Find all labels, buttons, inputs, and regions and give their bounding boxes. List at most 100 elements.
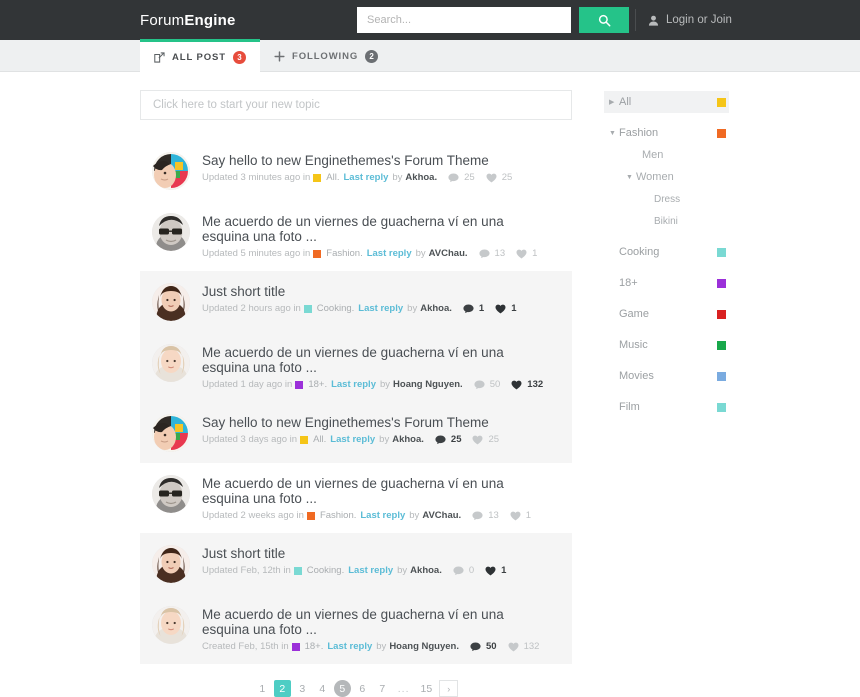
sidebar-spacer bbox=[604, 294, 729, 303]
post-category[interactable]: Cooking. bbox=[307, 565, 345, 577]
post-category[interactable]: 18+. bbox=[308, 379, 327, 391]
sidebar-category-label: 18+ bbox=[619, 277, 717, 289]
sidebar-category-cooking[interactable]: Cooking bbox=[604, 241, 729, 263]
post-title[interactable]: Me acuerdo de un viernes de guacherna ví… bbox=[202, 476, 512, 506]
by-label: by bbox=[416, 248, 426, 260]
post-author[interactable]: Hoang Nguyen. bbox=[389, 641, 459, 653]
sidebar-category-label: Fashion bbox=[619, 127, 717, 139]
post-category[interactable]: All. bbox=[313, 434, 326, 446]
category-color-chip bbox=[294, 567, 302, 575]
forum-tabs: All Post 3 Following 2 bbox=[0, 40, 860, 72]
post-item[interactable]: Me acuerdo de un viernes de guacherna ví… bbox=[140, 201, 572, 271]
pagination-page[interactable]: 15 bbox=[417, 680, 437, 697]
sidebar-category-movies[interactable]: Movies bbox=[604, 365, 729, 387]
like-count-value: 25 bbox=[502, 172, 513, 184]
last-reply-link[interactable]: Last reply bbox=[358, 303, 403, 315]
post-category[interactable]: Fashion. bbox=[320, 510, 356, 522]
last-reply-link[interactable]: Last reply bbox=[348, 565, 393, 577]
logo-text-bold: Engine bbox=[184, 12, 235, 29]
comment-icon bbox=[463, 304, 474, 314]
post-title[interactable]: Me acuerdo de un viernes de guacherna ví… bbox=[202, 607, 512, 637]
category-color-chip bbox=[313, 250, 321, 258]
post-title[interactable]: Just short title bbox=[202, 284, 512, 299]
tab-all-post[interactable]: All Post 3 bbox=[140, 39, 260, 72]
chevron-down-icon[interactable]: ▼ bbox=[609, 130, 619, 137]
last-reply-link[interactable]: Last reply bbox=[343, 172, 388, 184]
new-topic-input[interactable]: Click here to start your new topic bbox=[140, 90, 572, 120]
category-color-chip bbox=[304, 305, 312, 313]
sidebar-category-all[interactable]: ▶All bbox=[604, 91, 729, 113]
post-title[interactable]: Say hello to new Enginethemes's Forum Th… bbox=[202, 415, 499, 430]
post-author[interactable]: Akhoa. bbox=[410, 565, 442, 577]
post-item[interactable]: Me acuerdo de un viernes de guacherna ví… bbox=[140, 332, 572, 402]
sidebar-category-music[interactable]: Music bbox=[604, 334, 729, 356]
search-button[interactable] bbox=[579, 7, 629, 33]
category-color-chip bbox=[313, 174, 321, 182]
post-item[interactable]: Me acuerdo de un viernes de guacherna ví… bbox=[140, 463, 572, 533]
pagination-ellipsis: ... bbox=[394, 680, 414, 697]
pagination-page[interactable]: 1 bbox=[254, 680, 271, 697]
login-join-button[interactable]: Login or Join bbox=[648, 14, 732, 26]
post-author[interactable]: Akhoa. bbox=[420, 303, 452, 315]
sidebar-category-bikini[interactable]: Bikini bbox=[604, 210, 729, 232]
pagination-next-button[interactable]: › bbox=[439, 680, 458, 697]
pagination-page[interactable]: 3 bbox=[294, 680, 311, 697]
last-reply-link[interactable]: Last reply bbox=[331, 379, 376, 391]
sidebar-category-dress[interactable]: Dress bbox=[604, 188, 729, 210]
site-logo[interactable]: ForumEngine bbox=[140, 12, 236, 29]
post-title[interactable]: Say hello to new Enginethemes's Forum Th… bbox=[202, 153, 512, 168]
comment-count-value: 25 bbox=[464, 172, 475, 184]
post-meta: Updated 5 minutes ago inFashion.Last rep… bbox=[202, 248, 537, 260]
category-color-chip bbox=[300, 436, 308, 444]
by-label: by bbox=[407, 303, 417, 315]
post-title[interactable]: Me acuerdo de un viernes de guacherna ví… bbox=[202, 214, 512, 244]
post-author[interactable]: Akhoa. bbox=[405, 172, 437, 184]
site-header: ForumEngine Login or Join bbox=[0, 0, 860, 40]
sidebar-category-18[interactable]: 18+ bbox=[604, 272, 729, 294]
like-count: 1 bbox=[495, 303, 516, 315]
post-category[interactable]: Cooking. bbox=[317, 303, 355, 315]
heart-icon bbox=[508, 642, 519, 652]
post-author[interactable]: Akhoa. bbox=[392, 434, 424, 446]
post-meta: Updated Feb, 12th inCooking.Last replyby… bbox=[202, 565, 506, 577]
comment-icon bbox=[453, 566, 464, 576]
chevron-down-icon[interactable]: ▼ bbox=[626, 174, 636, 181]
pagination-page[interactable]: 2 bbox=[274, 680, 291, 697]
sidebar-category-film[interactable]: Film bbox=[604, 396, 729, 418]
like-count: 132 bbox=[511, 379, 543, 391]
sidebar-category-men[interactable]: Men bbox=[604, 144, 729, 166]
post-category[interactable]: All. bbox=[326, 172, 339, 184]
pagination-page[interactable]: 6 bbox=[354, 680, 371, 697]
post-author[interactable]: AVChau. bbox=[429, 248, 468, 260]
last-reply-link[interactable]: Last reply bbox=[327, 641, 372, 653]
sidebar-category-game[interactable]: Game bbox=[604, 303, 729, 325]
post-item[interactable]: Just short titleUpdated 2 hours ago inCo… bbox=[140, 271, 572, 332]
sidebar-spacer bbox=[604, 113, 729, 122]
last-reply-link[interactable]: Last reply bbox=[330, 434, 375, 446]
post-item[interactable]: Say hello to new Enginethemes's Forum Th… bbox=[140, 402, 572, 463]
post-item[interactable]: Just short title Updated Feb, 12th inCook… bbox=[140, 533, 572, 594]
post-author[interactable]: Hoang Nguyen. bbox=[393, 379, 463, 391]
post-category[interactable]: Fashion. bbox=[326, 248, 362, 260]
tab-following[interactable]: Following 2 bbox=[260, 40, 392, 72]
post-title[interactable]: Me acuerdo de un viernes de guacherna ví… bbox=[202, 345, 512, 375]
avatar bbox=[152, 152, 190, 190]
post-author[interactable]: AVChau. bbox=[422, 510, 461, 522]
sidebar-category-women[interactable]: ▼Women bbox=[604, 166, 729, 188]
category-color-chip bbox=[307, 512, 315, 520]
last-reply-link[interactable]: Last reply bbox=[360, 510, 405, 522]
search-area bbox=[357, 7, 629, 33]
sidebar-category-fashion[interactable]: ▼Fashion bbox=[604, 122, 729, 144]
pagination-page[interactable]: 7 bbox=[374, 680, 391, 697]
chevron-right-icon[interactable]: ▶ bbox=[609, 98, 619, 106]
sidebar-category-label: All bbox=[619, 96, 717, 108]
search-input[interactable] bbox=[357, 7, 571, 33]
post-item[interactable]: Say hello to new Enginethemes's Forum Th… bbox=[140, 140, 572, 201]
post-title[interactable]: Just short title bbox=[202, 546, 506, 561]
post-category[interactable]: 18+. bbox=[305, 641, 324, 653]
pagination-page[interactable]: 4 bbox=[314, 680, 331, 697]
post-item[interactable]: Me acuerdo de un viernes de guacherna ví… bbox=[140, 594, 572, 664]
pagination-page[interactable]: 5 bbox=[334, 680, 351, 697]
comment-icon bbox=[448, 173, 459, 183]
last-reply-link[interactable]: Last reply bbox=[367, 248, 412, 260]
